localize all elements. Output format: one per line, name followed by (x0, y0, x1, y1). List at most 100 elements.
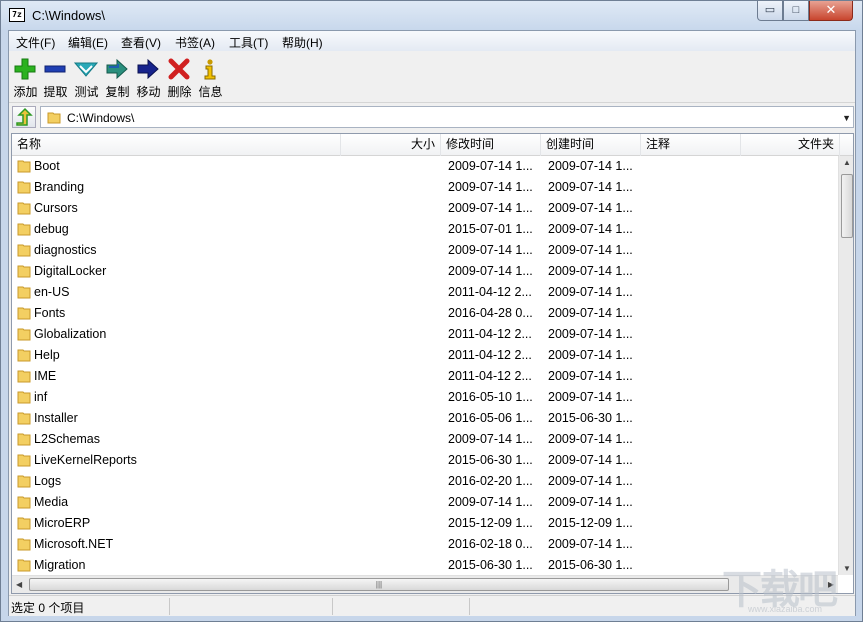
delete-icon (168, 58, 190, 80)
menu-bar: 文件(F) 编辑(E) 查看(V) 书签(A) 工具(T) 帮助(H) (9, 31, 855, 51)
menu-file[interactable]: 文件(F) (16, 34, 55, 51)
modified-time: 2016-02-18 0... (448, 537, 533, 551)
list-item[interactable]: DigitalLocker 2009-07-14 1... 2009-07-14 1… (12, 261, 838, 282)
list-item[interactable]: Boot 2009-07-14 1... 2009-07-14 1... (12, 156, 838, 177)
column-header-name[interactable]: 名称 (12, 134, 341, 156)
menu-help[interactable]: 帮助(H) (282, 34, 323, 51)
file-name: debug (34, 222, 69, 236)
folder-icon (17, 475, 31, 488)
list-item[interactable]: Fonts 2016-04-28 0... 2009-07-14 1... (12, 303, 838, 324)
folder-icon (17, 307, 31, 320)
scroll-left-icon[interactable]: ◀ (16, 580, 22, 589)
column-header-folders[interactable]: 文件夹 (741, 134, 840, 156)
file-name: Microsoft.NET (34, 537, 114, 551)
list-item[interactable]: L2Schemas 2009-07-14 1... 2009-07-14 1... (12, 429, 838, 450)
list-item[interactable]: Branding 2009-07-14 1... 2009-07-14 1... (12, 177, 838, 198)
scroll-up-icon[interactable]: ▲ (843, 158, 851, 167)
add-button[interactable]: 添加 (10, 53, 41, 101)
folder-icon (17, 328, 31, 341)
folder-icon (17, 286, 31, 299)
list-item[interactable]: MicroERP 2015-12-09 1... 2015-12-09 1... (12, 513, 838, 534)
title-bar[interactable]: 7z C:\Windows\ ▭ □ ✕ (1, 1, 862, 30)
folder-icon (17, 412, 31, 425)
modified-time: 2009-07-14 1... (448, 180, 533, 194)
column-header-created[interactable]: 创建时间 (541, 134, 641, 156)
file-name: IME (34, 369, 57, 383)
close-button[interactable]: ✕ (809, 1, 853, 21)
folder-icon (17, 433, 31, 446)
vertical-scrollbar[interactable]: ▲ ▼ (838, 156, 853, 575)
maximize-button[interactable]: □ (783, 1, 809, 21)
status-divider (169, 598, 170, 615)
list-item[interactable]: LiveKernelReports 2015-06-30 1... 2009-07-… (12, 450, 838, 471)
folder-icon (17, 391, 31, 404)
folder-icon (17, 517, 31, 530)
move-label: 移动 (136, 85, 161, 99)
copy-button[interactable]: 复制 (102, 53, 133, 101)
list-item[interactable]: Cursors 2009-07-14 1... 2009-07-14 1... (12, 198, 838, 219)
modified-time: 2009-07-14 1... (448, 201, 533, 215)
created-time: 2009-07-14 1... (548, 390, 633, 404)
file-name: LiveKernelReports (34, 453, 137, 467)
extract-label: 提取 (43, 85, 68, 99)
list-item[interactable]: Help 2011-04-12 2... 2009-07-14 1... (12, 345, 838, 366)
modified-time: 2011-04-12 2... (448, 327, 532, 341)
file-name: Boot (34, 159, 60, 173)
extract-button[interactable]: 提取 (40, 53, 71, 101)
delete-button[interactable]: 删除 (164, 53, 195, 101)
test-label: 测试 (74, 85, 99, 99)
modified-time: 2009-07-14 1... (448, 432, 533, 446)
file-list: 名称 大小 修改时间 创建时间 注释 文件夹 Boot 2009-07-14 1.… (11, 133, 854, 594)
check-icon (74, 62, 98, 77)
list-item[interactable]: Microsoft.NET 2016-02-18 0... 2009-07-14 1… (12, 534, 838, 555)
list-item[interactable]: en-US 2011-04-12 2... 2009-07-14 1... (12, 282, 838, 303)
list-rows: Boot 2009-07-14 1... 2009-07-14 1... Brandi… (12, 156, 838, 575)
column-header-size[interactable]: 大小 (341, 134, 441, 156)
column-header-comment[interactable]: 注释 (641, 134, 741, 156)
folder-icon (17, 244, 31, 257)
minimize-button[interactable]: ▭ (757, 1, 783, 21)
list-item[interactable]: Migration 2015-06-30 1... 2015-06-30 1... (12, 555, 838, 575)
test-button[interactable]: 测试 (71, 53, 102, 101)
created-time: 2009-07-14 1... (548, 201, 633, 215)
up-folder-button[interactable] (12, 106, 36, 128)
file-name: Help (34, 348, 60, 362)
created-time: 2009-07-14 1... (548, 306, 633, 320)
menu-view[interactable]: 查看(V) (121, 34, 161, 51)
created-time: 2009-07-14 1... (548, 348, 633, 362)
list-item[interactable]: IME 2011-04-12 2... 2009-07-14 1... (12, 366, 838, 387)
created-time: 2009-07-14 1... (548, 264, 633, 278)
list-item[interactable]: Logs 2016-02-20 1... 2009-07-14 1... (12, 471, 838, 492)
file-name: Migration (34, 558, 86, 572)
modified-time: 2016-04-28 0... (448, 306, 533, 320)
move-button[interactable]: 移动 (133, 53, 164, 101)
folder-icon (17, 160, 31, 173)
folder-icon (17, 559, 31, 572)
list-item[interactable]: debug 2015-07-01 1... 2009-07-14 1... (12, 219, 838, 240)
dropdown-arrow-icon[interactable]: ▼ (842, 113, 851, 123)
list-item[interactable]: inf 2016-05-10 1... 2009-07-14 1... (12, 387, 838, 408)
add-label: 添加 (13, 85, 38, 99)
horizontal-scroll-thumb[interactable]: ||| (29, 578, 729, 591)
status-divider (469, 598, 470, 615)
list-item[interactable]: diagnostics 2009-07-14 1... 2009-07-14 1..… (12, 240, 838, 261)
list-item[interactable]: Globalization 2011-04-12 2... 2009-07-14 1… (12, 324, 838, 345)
file-name: Branding (34, 180, 85, 194)
folder-icon (47, 112, 61, 124)
created-time: 2009-07-14 1... (548, 285, 633, 299)
modified-time: 2015-06-30 1... (448, 558, 533, 572)
menu-edit[interactable]: 编辑(E) (68, 34, 108, 51)
list-item[interactable]: Installer 2016-05-06 1... 2015-06-30 1... (12, 408, 838, 429)
created-time: 2015-06-30 1... (548, 411, 633, 425)
file-name: L2Schemas (34, 432, 101, 446)
modified-time: 2011-04-12 2... (448, 285, 532, 299)
info-button[interactable]: 信息 (195, 53, 226, 101)
address-field[interactable]: C:\Windows\ ▼ (40, 106, 854, 128)
menu-bookmarks[interactable]: 书签(A) (175, 34, 215, 51)
menu-tools[interactable]: 工具(T) (229, 34, 268, 51)
list-item[interactable]: Media 2009-07-14 1... 2009-07-14 1... (12, 492, 838, 513)
modified-time: 2016-05-10 1... (448, 390, 533, 404)
horizontal-scrollbar[interactable]: ◀ ||| ▶ (12, 575, 838, 593)
vertical-scroll-thumb[interactable] (841, 174, 853, 238)
column-header-modified[interactable]: 修改时间 (441, 134, 541, 156)
